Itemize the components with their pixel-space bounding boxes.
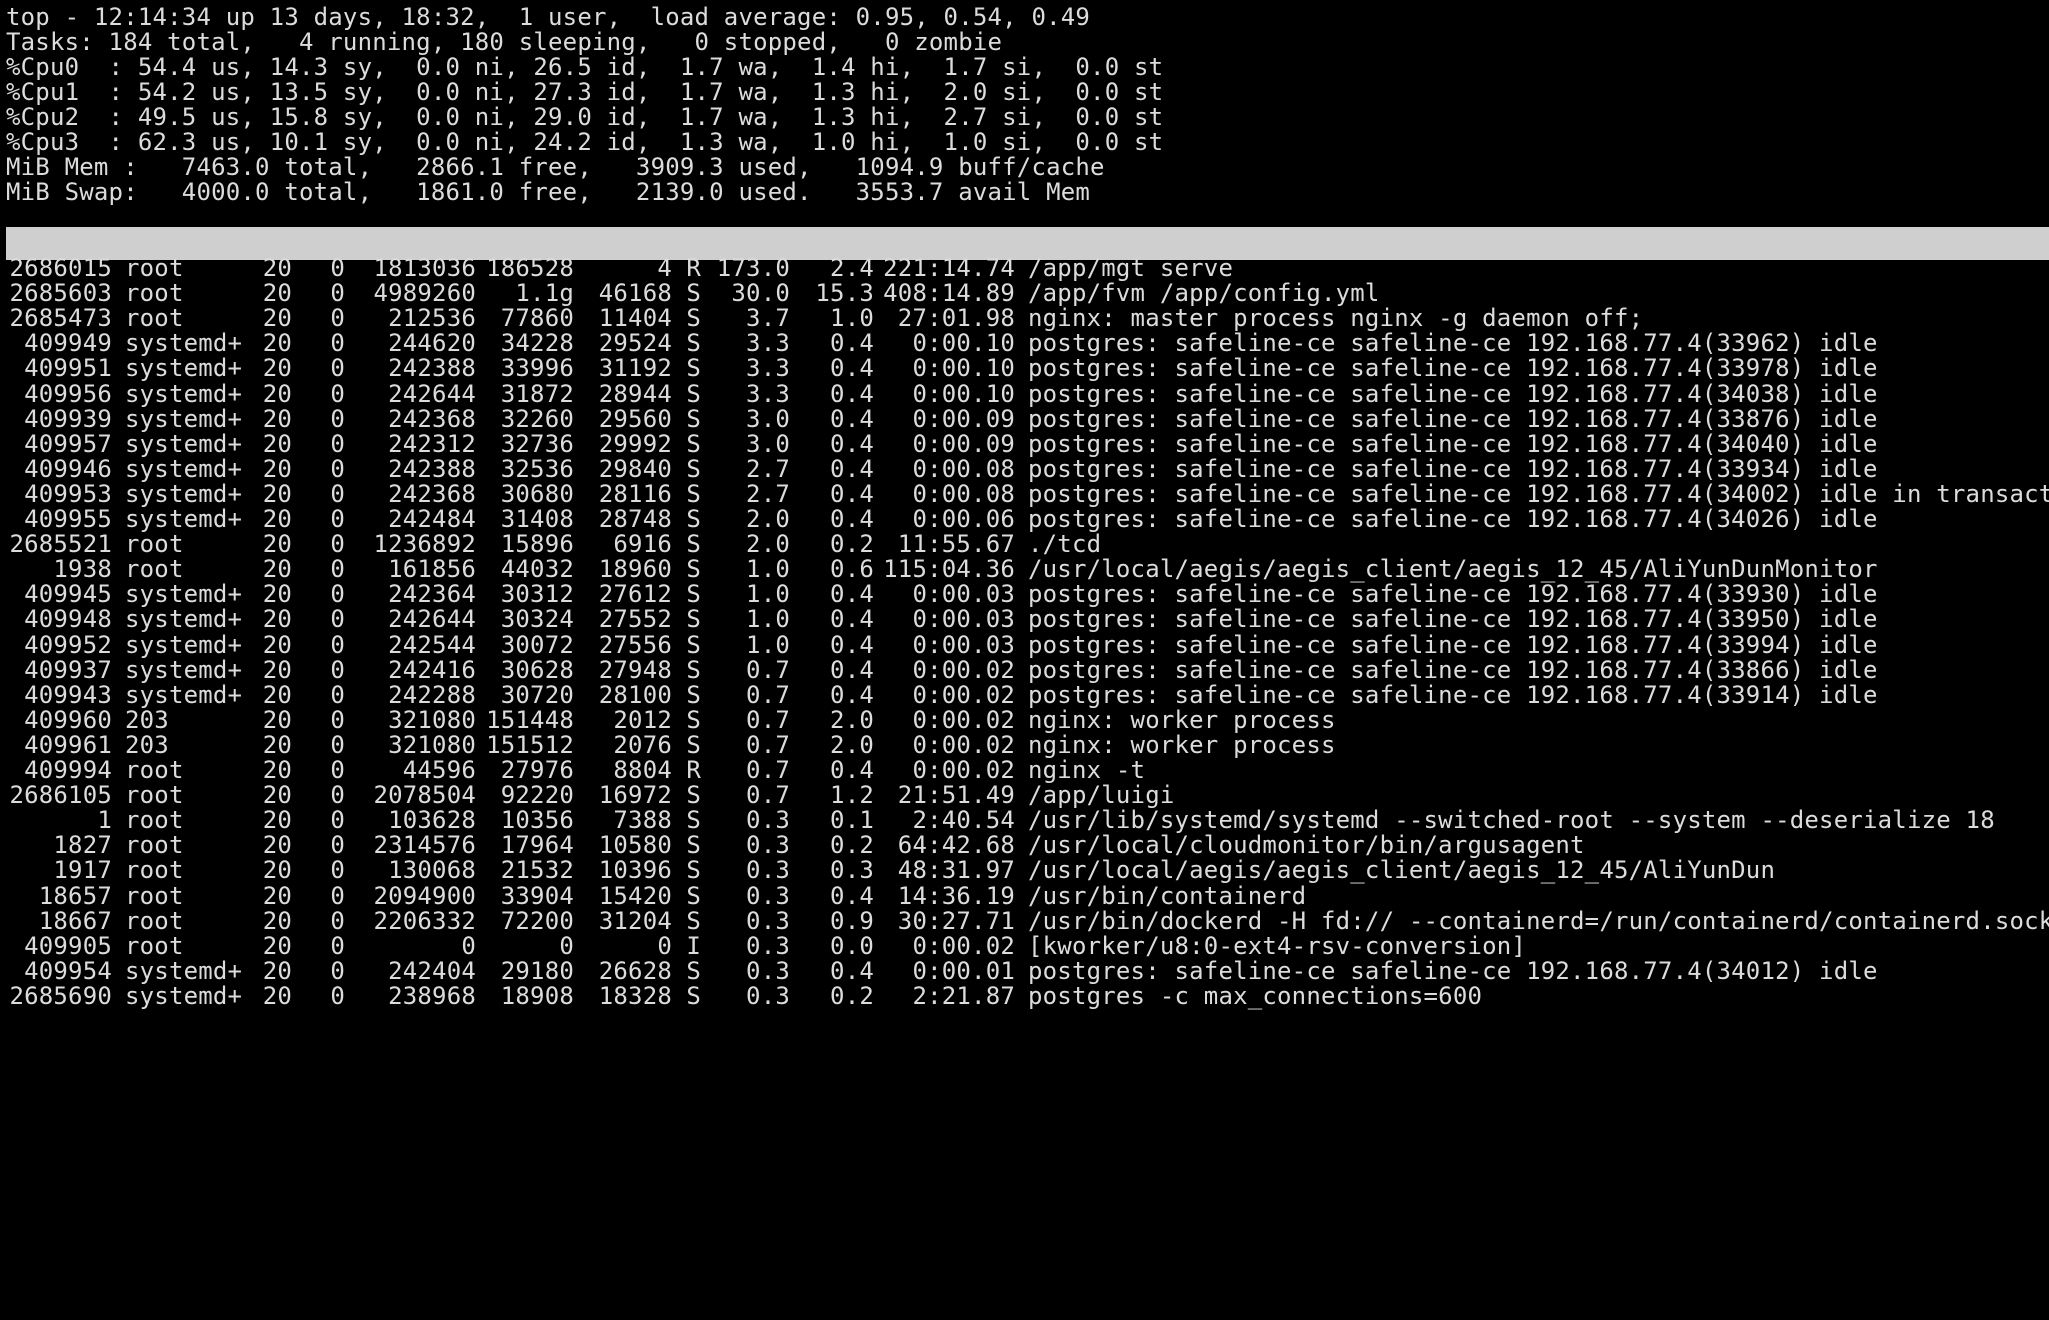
process-row[interactable]: 2685690 systemd+ 20 0 238968 18908 18328 S 0.3 0.…: [6, 980, 1482, 1013]
process-cpu: 0.3: [746, 981, 790, 1010]
process-res: 18908: [500, 981, 574, 1010]
process-nice: 0: [330, 981, 345, 1010]
process-shr: 18328: [598, 981, 672, 1010]
process-state: S: [686, 981, 701, 1010]
process-command: postgres: safeline-ce safeline-ce 192.16…: [1028, 505, 1878, 533]
process-time: 2:21.87: [912, 981, 1015, 1010]
process-virt: 238968: [388, 981, 476, 1010]
terminal-window[interactable]: top - 12:14:34 up 13 days, 18:32, 1 user…: [0, 0, 2049, 1320]
process-priority: 20: [262, 981, 292, 1010]
process-pid: 2685690: [9, 981, 112, 1010]
process-command: postgres -c max_connections=600: [1028, 981, 1483, 1010]
process-user: systemd+: [125, 981, 243, 1010]
process-mem: 0.2: [830, 981, 874, 1010]
swap-line: MiB Swap: 4000.0 total, 1861.0 free, 213…: [6, 178, 1091, 206]
